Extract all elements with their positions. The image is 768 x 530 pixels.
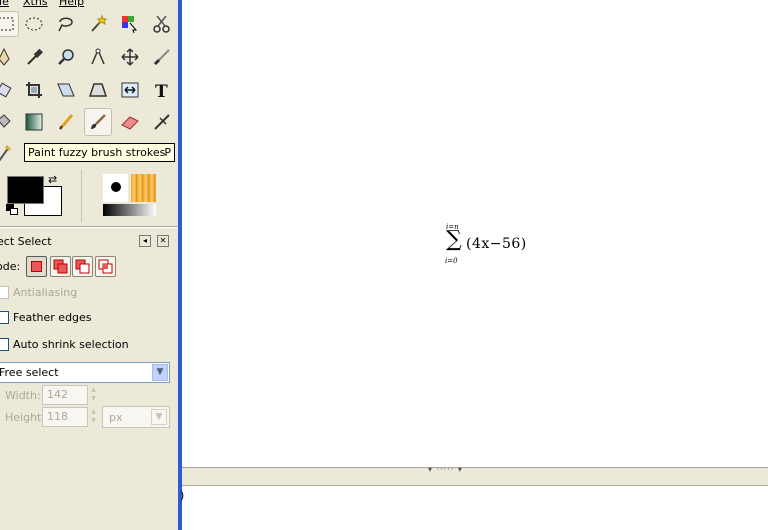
- fg-bg-colors: ⇄: [0, 168, 82, 224]
- color-picker-icon[interactable]: [21, 44, 47, 70]
- mode-subtract-button[interactable]: [72, 256, 93, 277]
- divider: [0, 226, 178, 228]
- width-label: Width:: [5, 389, 41, 402]
- rotate-icon[interactable]: [0, 77, 17, 103]
- mode-row: ode:: [0, 256, 178, 278]
- menu-help[interactable]: Help: [59, 0, 84, 8]
- color-select-icon[interactable]: [117, 11, 143, 37]
- menu-xtns[interactable]: Xtns: [23, 0, 48, 8]
- mode-label: ode:: [0, 260, 21, 273]
- antialiasing-label: Antialiasing: [13, 286, 78, 299]
- mode-intersect-button[interactable]: [95, 256, 116, 277]
- unit-value: px: [109, 411, 123, 424]
- perspective-icon[interactable]: [85, 77, 111, 103]
- select-mode-dropdown[interactable]: Free select ▼: [0, 362, 170, 383]
- bucket-fill-icon[interactable]: [0, 109, 17, 135]
- reset-colors-icon[interactable]: [6, 204, 20, 216]
- select-mode-value: Free select: [0, 366, 59, 379]
- antialiasing-checkbox: [0, 286, 9, 299]
- ellipse-select-icon[interactable]: [21, 11, 47, 37]
- width-spinner[interactable]: ▲ ▼: [88, 385, 99, 405]
- text-icon[interactable]: T: [149, 77, 175, 103]
- divider: [81, 170, 82, 222]
- crop-icon[interactable]: [21, 77, 47, 103]
- tab-menu-icon[interactable]: ◂: [139, 235, 151, 247]
- tool-options-title: ect Select: [0, 235, 52, 248]
- blend-icon[interactable]: [21, 109, 47, 135]
- mode-replace-button[interactable]: [26, 256, 47, 277]
- move-icon[interactable]: [117, 44, 143, 70]
- tool-options-header: ect Select ◂ ✕: [0, 232, 178, 250]
- chevron-down-icon[interactable]: ▼: [151, 409, 167, 425]
- height-input[interactable]: 118: [42, 407, 88, 427]
- ink-icon[interactable]: [0, 140, 16, 166]
- feather-edges-checkbox[interactable]: [0, 311, 9, 324]
- menu-file[interactable]: ile: [0, 0, 9, 8]
- lasso-icon[interactable]: [53, 11, 79, 37]
- close-icon[interactable]: ✕: [157, 235, 169, 247]
- shear-icon[interactable]: [53, 77, 79, 103]
- sum-sign: ∑: [446, 227, 462, 252]
- knife-icon[interactable]: [149, 44, 175, 70]
- menubar: ile Xtns Help: [0, 0, 176, 8]
- tooltip-text: Paint fuzzy brush strokes: [28, 146, 166, 159]
- svg-text:T: T: [155, 82, 168, 100]
- formula: i=n ∑ i=0 (4x−56): [443, 223, 543, 273]
- height-label: Height:: [5, 411, 46, 424]
- lower-pane-header: [182, 474, 768, 486]
- mode-add-button[interactable]: [50, 256, 71, 277]
- rect-select-icon[interactable]: [0, 11, 19, 37]
- airbrush-icon[interactable]: [149, 109, 175, 135]
- paths-icon[interactable]: [0, 44, 17, 70]
- pane-handle-dots: ▾ ····· ▾: [428, 465, 463, 474]
- pane-resize-handle[interactable]: ▾ ····· ▾: [182, 465, 768, 474]
- tooltip-shortcut: P: [164, 146, 171, 159]
- toolbox-panel: ile Xtns Help: [0, 0, 178, 530]
- tooltip: Paint fuzzy brush strokes P: [24, 143, 175, 162]
- scissors-icon[interactable]: [149, 11, 175, 37]
- eraser-icon[interactable]: [117, 109, 143, 135]
- lower-text-area[interactable]: ): [180, 487, 768, 530]
- height-spinner[interactable]: ▲ ▼: [88, 407, 99, 427]
- paintbrush-icon[interactable]: [84, 108, 112, 136]
- unit-dropdown[interactable]: px ▼: [102, 406, 170, 428]
- auto-shrink-checkbox[interactable]: [0, 338, 9, 351]
- chevron-down-icon[interactable]: ▼: [152, 364, 168, 381]
- measure-icon[interactable]: [85, 44, 111, 70]
- lower-text: ): [180, 489, 185, 502]
- auto-shrink-label[interactable]: Auto shrink selection: [13, 338, 129, 351]
- pencil-icon[interactable]: [53, 109, 79, 135]
- feather-edges-label[interactable]: Feather edges: [13, 311, 92, 324]
- swap-colors-icon[interactable]: ⇄: [48, 173, 57, 186]
- sum-lower-limit: i=0: [445, 257, 458, 265]
- width-input[interactable]: 142: [42, 385, 88, 405]
- brush-preview[interactable]: [103, 174, 128, 202]
- magic-wand-icon[interactable]: [85, 11, 111, 37]
- sum-expression: (4x−56): [466, 236, 527, 252]
- pattern-preview[interactable]: [131, 174, 156, 202]
- magnify-icon[interactable]: [53, 44, 79, 70]
- foreground-color-swatch[interactable]: [7, 176, 44, 204]
- flip-icon[interactable]: [117, 77, 143, 103]
- gradient-preview[interactable]: [103, 204, 156, 216]
